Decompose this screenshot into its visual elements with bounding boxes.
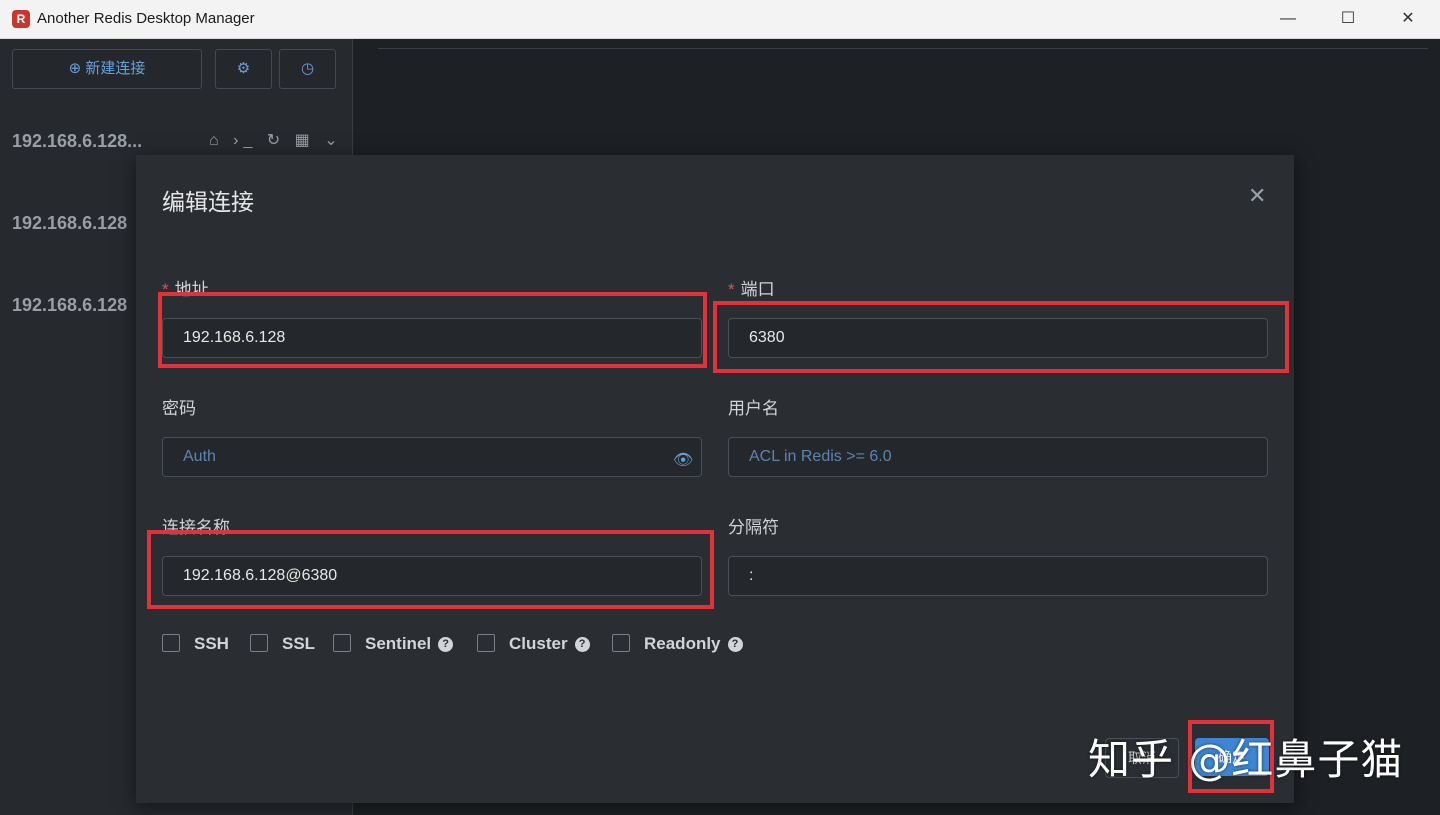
connection-actions-icons[interactable]: ⌂ ›_ ↻ ▦ ⌄ [209, 130, 343, 150]
separator-label: 分隔符 [728, 518, 779, 537]
checkbox-box[interactable] [333, 633, 351, 652]
connection-item[interactable]: 192.168.6.128 [12, 295, 127, 316]
new-connection-label: 新建连接 [85, 60, 146, 77]
dialog-title: 编辑连接 [162, 189, 254, 215]
port-label: * 端口 [728, 280, 775, 299]
history-button[interactable]: ◷ [279, 49, 336, 89]
password-label: 密码 [162, 399, 196, 418]
username-label: 用户名 [728, 399, 779, 418]
add-icon: ⊕ [68, 60, 82, 77]
required-mark: * [728, 280, 735, 299]
readonly-checkbox[interactable]: Readonly? [612, 633, 743, 654]
highlight-box-name [147, 530, 714, 609]
checkbox-box[interactable] [250, 633, 268, 652]
minimize-icon[interactable]: — [1258, 0, 1318, 38]
cluster-checkbox[interactable]: Cluster? [477, 633, 590, 654]
watermark-text: 知乎 @红鼻子猫 [1088, 735, 1404, 784]
help-icon[interactable]: ? [438, 637, 454, 652]
connection-item[interactable]: 192.168.6.128... [12, 131, 142, 152]
connection-item[interactable]: 192.168.6.128 [12, 213, 127, 234]
help-icon[interactable]: ? [574, 637, 590, 652]
username-input[interactable]: ACL in Redis >= 6.0 [728, 437, 1268, 477]
separator-input[interactable]: : [728, 556, 1268, 596]
help-icon[interactable]: ? [727, 637, 743, 652]
close-window-icon[interactable]: ✕ [1378, 0, 1438, 38]
highlight-box-address [158, 292, 707, 368]
gear-icon: ⚙ [236, 60, 251, 77]
sentinel-checkbox[interactable]: Sentinel? [333, 633, 454, 654]
main-divider [378, 48, 1428, 49]
new-connection-button[interactable]: ⊕ 新建连接 [12, 49, 202, 89]
maximize-icon[interactable]: ☐ [1318, 0, 1378, 38]
clock-icon: ◷ [300, 60, 315, 77]
checkbox-box[interactable] [612, 633, 630, 652]
edit-connection-dialog: 编辑连接 ✕ * 地址 192.168.6.128 * 端口 6380 密码 Aut… [136, 155, 1294, 803]
window-title: Another Redis Desktop Manager [37, 10, 255, 27]
eye-icon[interactable]: 👁 [673, 450, 693, 470]
checkbox-box[interactable] [477, 633, 495, 652]
window-titlebar: R Another Redis Desktop Manager — ☐ ✕ [0, 0, 1440, 39]
checkbox-box[interactable] [162, 633, 180, 652]
settings-button[interactable]: ⚙ [215, 49, 272, 89]
ssl-checkbox[interactable]: SSL [250, 633, 315, 654]
highlight-box-port [713, 301, 1289, 373]
app-logo-icon: R [12, 10, 30, 28]
ssh-checkbox[interactable]: SSH [162, 633, 229, 654]
close-icon[interactable]: ✕ [1248, 183, 1266, 209]
password-input[interactable]: Auth [162, 437, 702, 477]
